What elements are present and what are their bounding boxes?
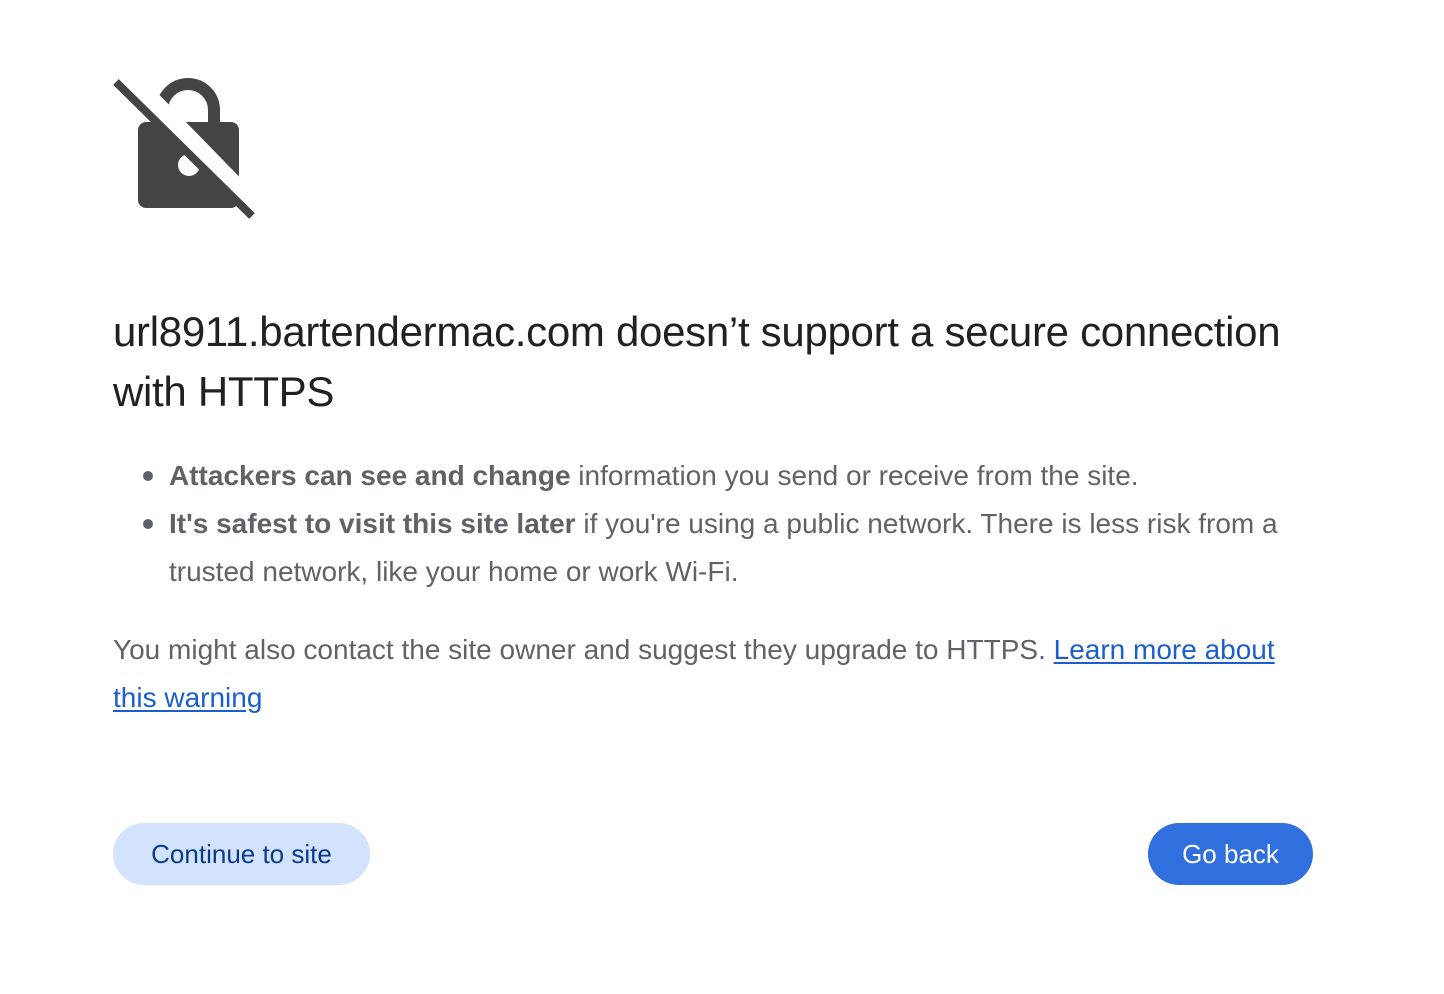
list-item-text: information you send or receive from the… bbox=[570, 460, 1139, 491]
continue-to-site-button[interactable]: Continue to site bbox=[113, 823, 370, 885]
list-item-bold: It's safest to visit this site later bbox=[169, 508, 576, 539]
page-title: url8911.bartendermac.com doesn’t support… bbox=[113, 308, 1281, 415]
owner-note: You might also contact the site owner an… bbox=[113, 626, 1313, 722]
list-item: It's safest to visit this site later if … bbox=[143, 500, 1313, 596]
owner-note-text: You might also contact the site owner an… bbox=[113, 634, 1054, 665]
list-item-bold: Attackers can see and change bbox=[169, 460, 571, 491]
go-back-button[interactable]: Go back bbox=[1148, 823, 1313, 885]
warning-list: Attackers can see and change information… bbox=[113, 452, 1313, 596]
list-item: Attackers can see and change information… bbox=[143, 452, 1313, 500]
unlocked-padlock-slash-icon bbox=[110, 74, 258, 220]
interstitial-page: url8911.bartendermac.com doesn’t support… bbox=[0, 0, 1444, 994]
